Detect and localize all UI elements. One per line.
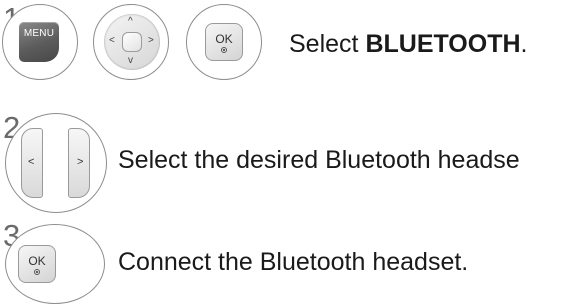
right-button[interactable]: > bbox=[68, 128, 90, 198]
ok-button-label: OK bbox=[215, 32, 233, 46]
ok-dot-icon bbox=[34, 269, 40, 275]
menu-button-label: MENU bbox=[23, 28, 55, 39]
ok-dot-icon bbox=[221, 47, 227, 53]
arrow-left-icon[interactable]: < bbox=[109, 36, 115, 46]
navigation-pad[interactable]: ^ v < > bbox=[104, 14, 160, 70]
arrow-up-icon[interactable]: ^ bbox=[128, 17, 133, 27]
ok-button-ring: OK bbox=[186, 4, 262, 80]
chevron-right-icon: > bbox=[77, 156, 84, 168]
ok-button-ring: OK bbox=[5, 224, 105, 304]
navigation-pad-ring: ^ v < > bbox=[93, 4, 169, 80]
step-3-instruction: Connect the Bluetooth headset. bbox=[118, 248, 469, 276]
left-right-buttons-ring: < > bbox=[5, 113, 107, 213]
step-1-bold-text: BLUETOOTH bbox=[365, 30, 521, 58]
step-2-instruction: Select the desired Bluetooth headse bbox=[118, 146, 520, 174]
menu-button[interactable]: MENU bbox=[19, 22, 59, 62]
ok-button[interactable]: OK bbox=[205, 23, 243, 61]
arrow-right-icon[interactable]: > bbox=[148, 36, 154, 46]
step-1-text-end: . bbox=[520, 30, 528, 58]
step-1-text: Select bbox=[289, 30, 366, 58]
arrow-down-icon[interactable]: v bbox=[128, 56, 133, 66]
step-1-instruction: Select BLUETOOTH. bbox=[289, 30, 527, 59]
menu-button-ring: MENU bbox=[2, 4, 78, 80]
navigation-pad-center[interactable] bbox=[122, 32, 142, 52]
ok-button[interactable]: OK bbox=[18, 245, 56, 283]
ok-button-label: OK bbox=[28, 254, 46, 268]
left-button[interactable]: < bbox=[21, 128, 43, 198]
chevron-left-icon: < bbox=[28, 156, 35, 168]
